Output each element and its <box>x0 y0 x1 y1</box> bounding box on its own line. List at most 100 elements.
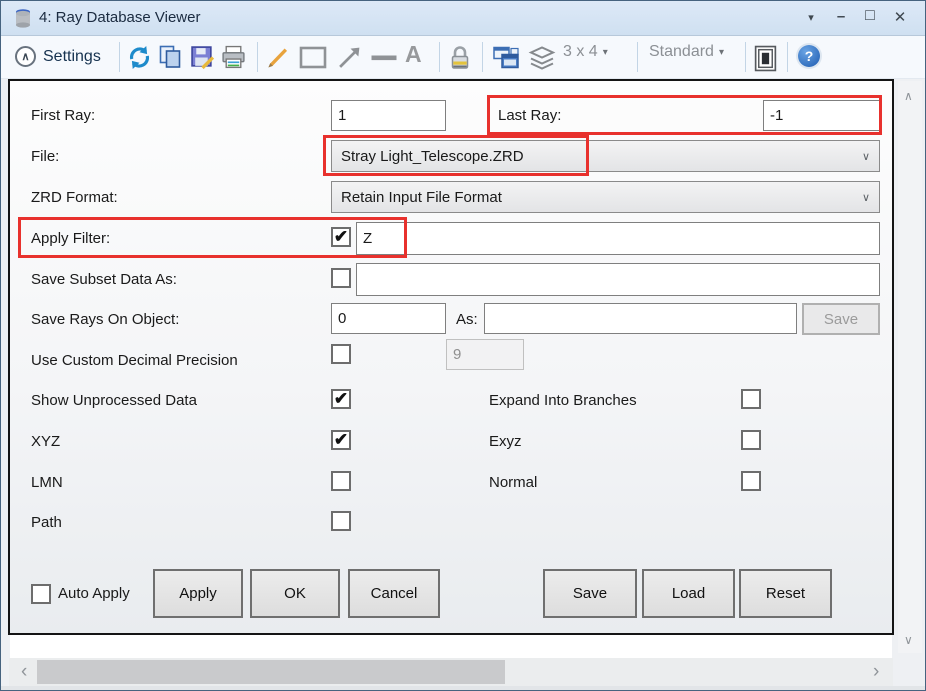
check-icon: ✔ <box>334 431 348 448</box>
window-title: 4: Ray Database Viewer <box>39 9 200 26</box>
apply-button[interactable]: Apply <box>153 569 243 618</box>
grid-size-dropdown[interactable]: 3 x 4 ▾ <box>563 43 608 61</box>
copy-button[interactable] <box>158 45 182 69</box>
arrow-tool-button[interactable] <box>337 45 362 70</box>
first-ray-label: First Ray: <box>31 107 95 124</box>
scroll-down-icon[interactable]: ∨ <box>904 633 913 647</box>
xyz-checkbox[interactable]: ✔ <box>331 430 351 450</box>
apply-filter-input[interactable] <box>356 222 880 255</box>
exyz-checkbox[interactable] <box>741 430 761 450</box>
window-menu-icon[interactable]: ▾ <box>800 11 822 24</box>
help-icon: ? <box>798 45 820 67</box>
apply-filter-label: Apply Filter: <box>31 230 110 247</box>
load-button[interactable]: Load <box>642 569 735 618</box>
style-label: Standard <box>649 43 714 61</box>
save-subset-input[interactable] <box>356 263 880 296</box>
layers-button[interactable] <box>528 45 556 70</box>
printer-icon <box>221 45 246 70</box>
copy-icon <box>158 45 182 69</box>
toolbar-separator <box>637 42 638 72</box>
save-rays-object-input[interactable] <box>331 303 446 334</box>
chevron-down-icon: ∨ <box>862 150 870 163</box>
xyz-label: XYZ <box>31 433 60 450</box>
apply-filter-checkbox[interactable]: ✔ <box>331 227 351 247</box>
database-cylinder-icon <box>14 7 32 29</box>
pencil-icon <box>265 45 290 70</box>
maximize-icon[interactable]: □ <box>859 7 881 25</box>
lock-button[interactable] <box>448 45 472 71</box>
title-bar[interactable]: 4: Ray Database Viewer ▾ – □ ✕ <box>1 1 925 36</box>
print-button[interactable] <box>221 45 246 70</box>
scroll-up-icon[interactable]: ∧ <box>904 89 913 103</box>
toolbar: ∧ Settings <box>1 36 925 79</box>
path-checkbox[interactable] <box>331 511 351 531</box>
scroll-right-icon[interactable]: › <box>873 661 879 683</box>
expand-branches-checkbox[interactable] <box>741 389 761 409</box>
precision-checkbox[interactable] <box>331 344 351 364</box>
chevron-up-circle-icon: ∧ <box>15 46 36 67</box>
ok-button[interactable]: OK <box>250 569 340 618</box>
dropdown-arrow-icon: ▾ <box>603 47 608 58</box>
line-tool-button[interactable] <box>370 45 398 70</box>
save-rays-as-label: As: <box>456 311 478 328</box>
precision-label: Use Custom Decimal Precision <box>31 352 238 369</box>
line-icon <box>370 45 398 70</box>
reset-button[interactable]: Reset <box>739 569 832 618</box>
show-unprocessed-checkbox[interactable]: ✔ <box>331 389 351 409</box>
auto-apply-label: Auto Apply <box>58 585 130 602</box>
normal-checkbox[interactable] <box>741 471 761 491</box>
show-unprocessed-label: Show Unprocessed Data <box>31 392 197 409</box>
rectangle-tool-button[interactable] <box>299 45 327 70</box>
precision-input <box>446 339 524 370</box>
save-subset-checkbox[interactable] <box>331 268 351 288</box>
auto-apply-checkbox[interactable] <box>31 584 51 604</box>
check-icon: ✔ <box>334 390 348 407</box>
refresh-icon <box>127 45 152 70</box>
minimize-icon[interactable]: – <box>830 8 852 25</box>
zrd-format-dropdown[interactable]: Retain Input File Format ∨ <box>331 181 880 213</box>
horizontal-scrollbar[interactable]: ‹ › <box>9 658 893 686</box>
tile-windows-icon <box>492 45 520 70</box>
save-settings-button[interactable]: Save <box>543 569 637 618</box>
save-rays-as-input[interactable] <box>484 303 797 334</box>
cancel-button[interactable]: Cancel <box>348 569 440 618</box>
content-bottom-strip <box>10 635 892 658</box>
help-button[interactable]: ? <box>798 45 820 67</box>
zrd-format-label: ZRD Format: <box>31 189 118 206</box>
close-icon[interactable]: ✕ <box>889 8 911 26</box>
toolbar-separator <box>787 42 788 72</box>
text-tool-button[interactable]: A <box>405 42 422 66</box>
last-ray-label: Last Ray: <box>498 107 561 124</box>
arrow-icon <box>337 45 362 70</box>
refresh-button[interactable] <box>127 45 152 70</box>
normal-label: Normal <box>489 474 537 491</box>
settings-button[interactable]: ∧ Settings <box>11 41 105 72</box>
vertical-scrollbar[interactable]: ∧ ∨ <box>898 81 922 653</box>
horizontal-scrollbar-thumb[interactable] <box>37 660 505 684</box>
lmn-label: LMN <box>31 474 63 491</box>
save-rays-save-button[interactable]: Save <box>802 303 880 335</box>
toolbar-separator <box>119 42 120 72</box>
path-label: Path <box>31 514 62 531</box>
tile-windows-button[interactable] <box>492 45 520 70</box>
style-dropdown[interactable]: Standard ▾ <box>649 43 724 61</box>
settings-label: Settings <box>43 48 101 66</box>
frame-icon <box>754 45 777 72</box>
file-dropdown-value: Stray Light_Telescope.ZRD <box>341 148 524 165</box>
scroll-left-icon[interactable]: ‹ <box>21 661 27 683</box>
window-bottom-edge <box>1 686 926 691</box>
ray-database-viewer-window: 4: Ray Database Viewer ▾ – □ ✕ ∧ Setting… <box>0 0 926 691</box>
save-subset-label: Save Subset Data As: <box>31 271 177 288</box>
expand-branches-label: Expand Into Branches <box>489 392 637 409</box>
first-ray-input[interactable] <box>331 100 446 131</box>
exyz-label: Exyz <box>489 433 522 450</box>
last-ray-input[interactable] <box>763 100 880 131</box>
frame-button[interactable] <box>754 45 777 72</box>
letter-a-icon: A <box>405 42 422 66</box>
save-button-toolbar[interactable] <box>190 45 215 70</box>
pencil-tool-button[interactable] <box>265 45 290 70</box>
file-dropdown[interactable]: Stray Light_Telescope.ZRD ∨ <box>331 140 880 172</box>
lmn-checkbox[interactable] <box>331 471 351 491</box>
toolbar-separator <box>439 42 440 72</box>
rectangle-icon <box>299 45 327 70</box>
